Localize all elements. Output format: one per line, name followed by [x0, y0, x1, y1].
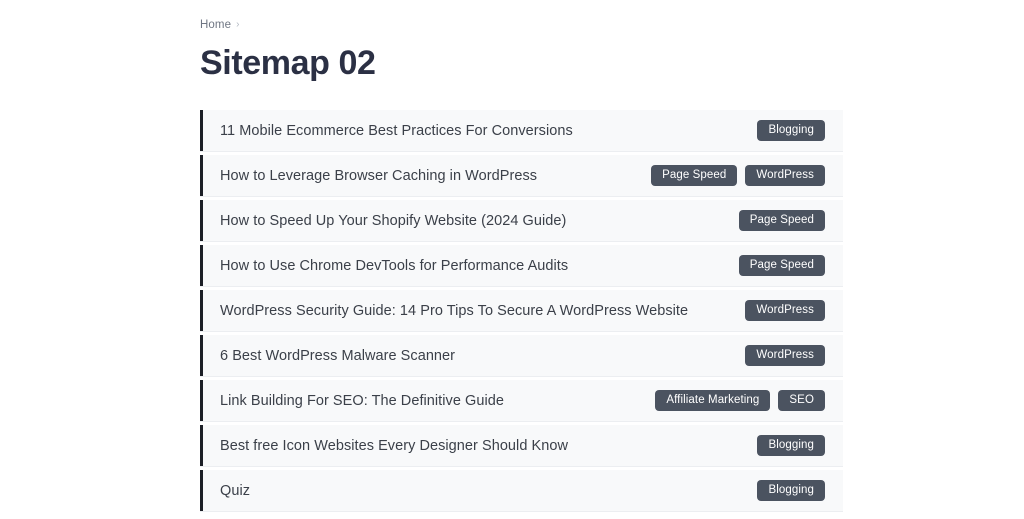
- sitemap-row-tags: Blogging: [757, 480, 825, 501]
- sitemap-row[interactable]: Link Building For SEO: The Definitive Gu…: [200, 380, 843, 422]
- category-tag[interactable]: Blogging: [757, 435, 825, 456]
- sitemap-row-tags: Page Speed WordPress: [651, 165, 825, 186]
- sitemap-row-tags: Page Speed: [738, 210, 825, 231]
- sitemap-row[interactable]: 6 Best WordPress Malware Scanner WordPres…: [200, 335, 843, 377]
- sitemap-row-title: Link Building For SEO: The Definitive Gu…: [220, 392, 504, 409]
- category-tag[interactable]: Page Speed: [738, 255, 825, 276]
- chevron-right-icon: ›: [236, 19, 240, 30]
- sitemap-row[interactable]: How to Leverage Browser Caching in WordP…: [200, 155, 843, 197]
- breadcrumb: Home ›: [200, 18, 843, 32]
- content-container: Home › Sitemap 02 11 Mobile Ecommerce Be…: [200, 0, 843, 512]
- sitemap-row-tags: WordPress: [745, 300, 825, 321]
- category-tag[interactable]: WordPress: [745, 345, 825, 366]
- category-tag[interactable]: SEO: [778, 390, 825, 411]
- sitemap-row-tags: WordPress: [745, 345, 825, 366]
- sitemap-row-tags: Blogging: [757, 120, 825, 141]
- sitemap-row-title: How to Speed Up Your Shopify Website (20…: [220, 212, 567, 229]
- category-tag[interactable]: WordPress: [745, 165, 825, 186]
- sitemap-row[interactable]: How to Use Chrome DevTools for Performan…: [200, 245, 843, 287]
- sitemap-row-tags: Affiliate Marketing SEO: [655, 390, 825, 411]
- sitemap-row-tags: Page Speed: [738, 255, 825, 276]
- category-tag[interactable]: Page Speed: [738, 210, 825, 231]
- sitemap-row-title: How to Use Chrome DevTools for Performan…: [220, 257, 569, 274]
- category-tag[interactable]: Blogging: [757, 120, 825, 141]
- page-title: Sitemap 02: [200, 44, 376, 82]
- sitemap-row-title: Quiz: [220, 482, 251, 499]
- sitemap-row-title: Best free Icon Websites Every Designer S…: [220, 437, 568, 454]
- sitemap-row-title: 6 Best WordPress Malware Scanner: [220, 347, 456, 364]
- sitemap-row-title: 11 Mobile Ecommerce Best Practices For C…: [220, 122, 573, 139]
- sitemap-row-title: How to Leverage Browser Caching in WordP…: [220, 167, 538, 184]
- sitemap-row[interactable]: WordPress Security Guide: 14 Pro Tips To…: [200, 290, 843, 332]
- sitemap-row[interactable]: 11 Mobile Ecommerce Best Practices For C…: [200, 110, 843, 152]
- category-tag[interactable]: Blogging: [757, 480, 825, 501]
- page-root: Home › Sitemap 02 11 Mobile Ecommerce Be…: [0, 0, 1024, 519]
- sitemap-row[interactable]: Best free Icon Websites Every Designer S…: [200, 425, 843, 467]
- sitemap-list: 11 Mobile Ecommerce Best Practices For C…: [200, 110, 843, 512]
- sitemap-row[interactable]: How to Speed Up Your Shopify Website (20…: [200, 200, 843, 242]
- sitemap-row-tags: Blogging: [757, 435, 825, 456]
- sitemap-row[interactable]: Quiz Blogging: [200, 470, 843, 512]
- category-tag[interactable]: Page Speed: [651, 165, 738, 186]
- sitemap-row-title: WordPress Security Guide: 14 Pro Tips To…: [220, 302, 689, 319]
- category-tag[interactable]: WordPress: [745, 300, 825, 321]
- breadcrumb-item-home[interactable]: Home: [200, 19, 231, 31]
- category-tag[interactable]: Affiliate Marketing: [655, 390, 771, 411]
